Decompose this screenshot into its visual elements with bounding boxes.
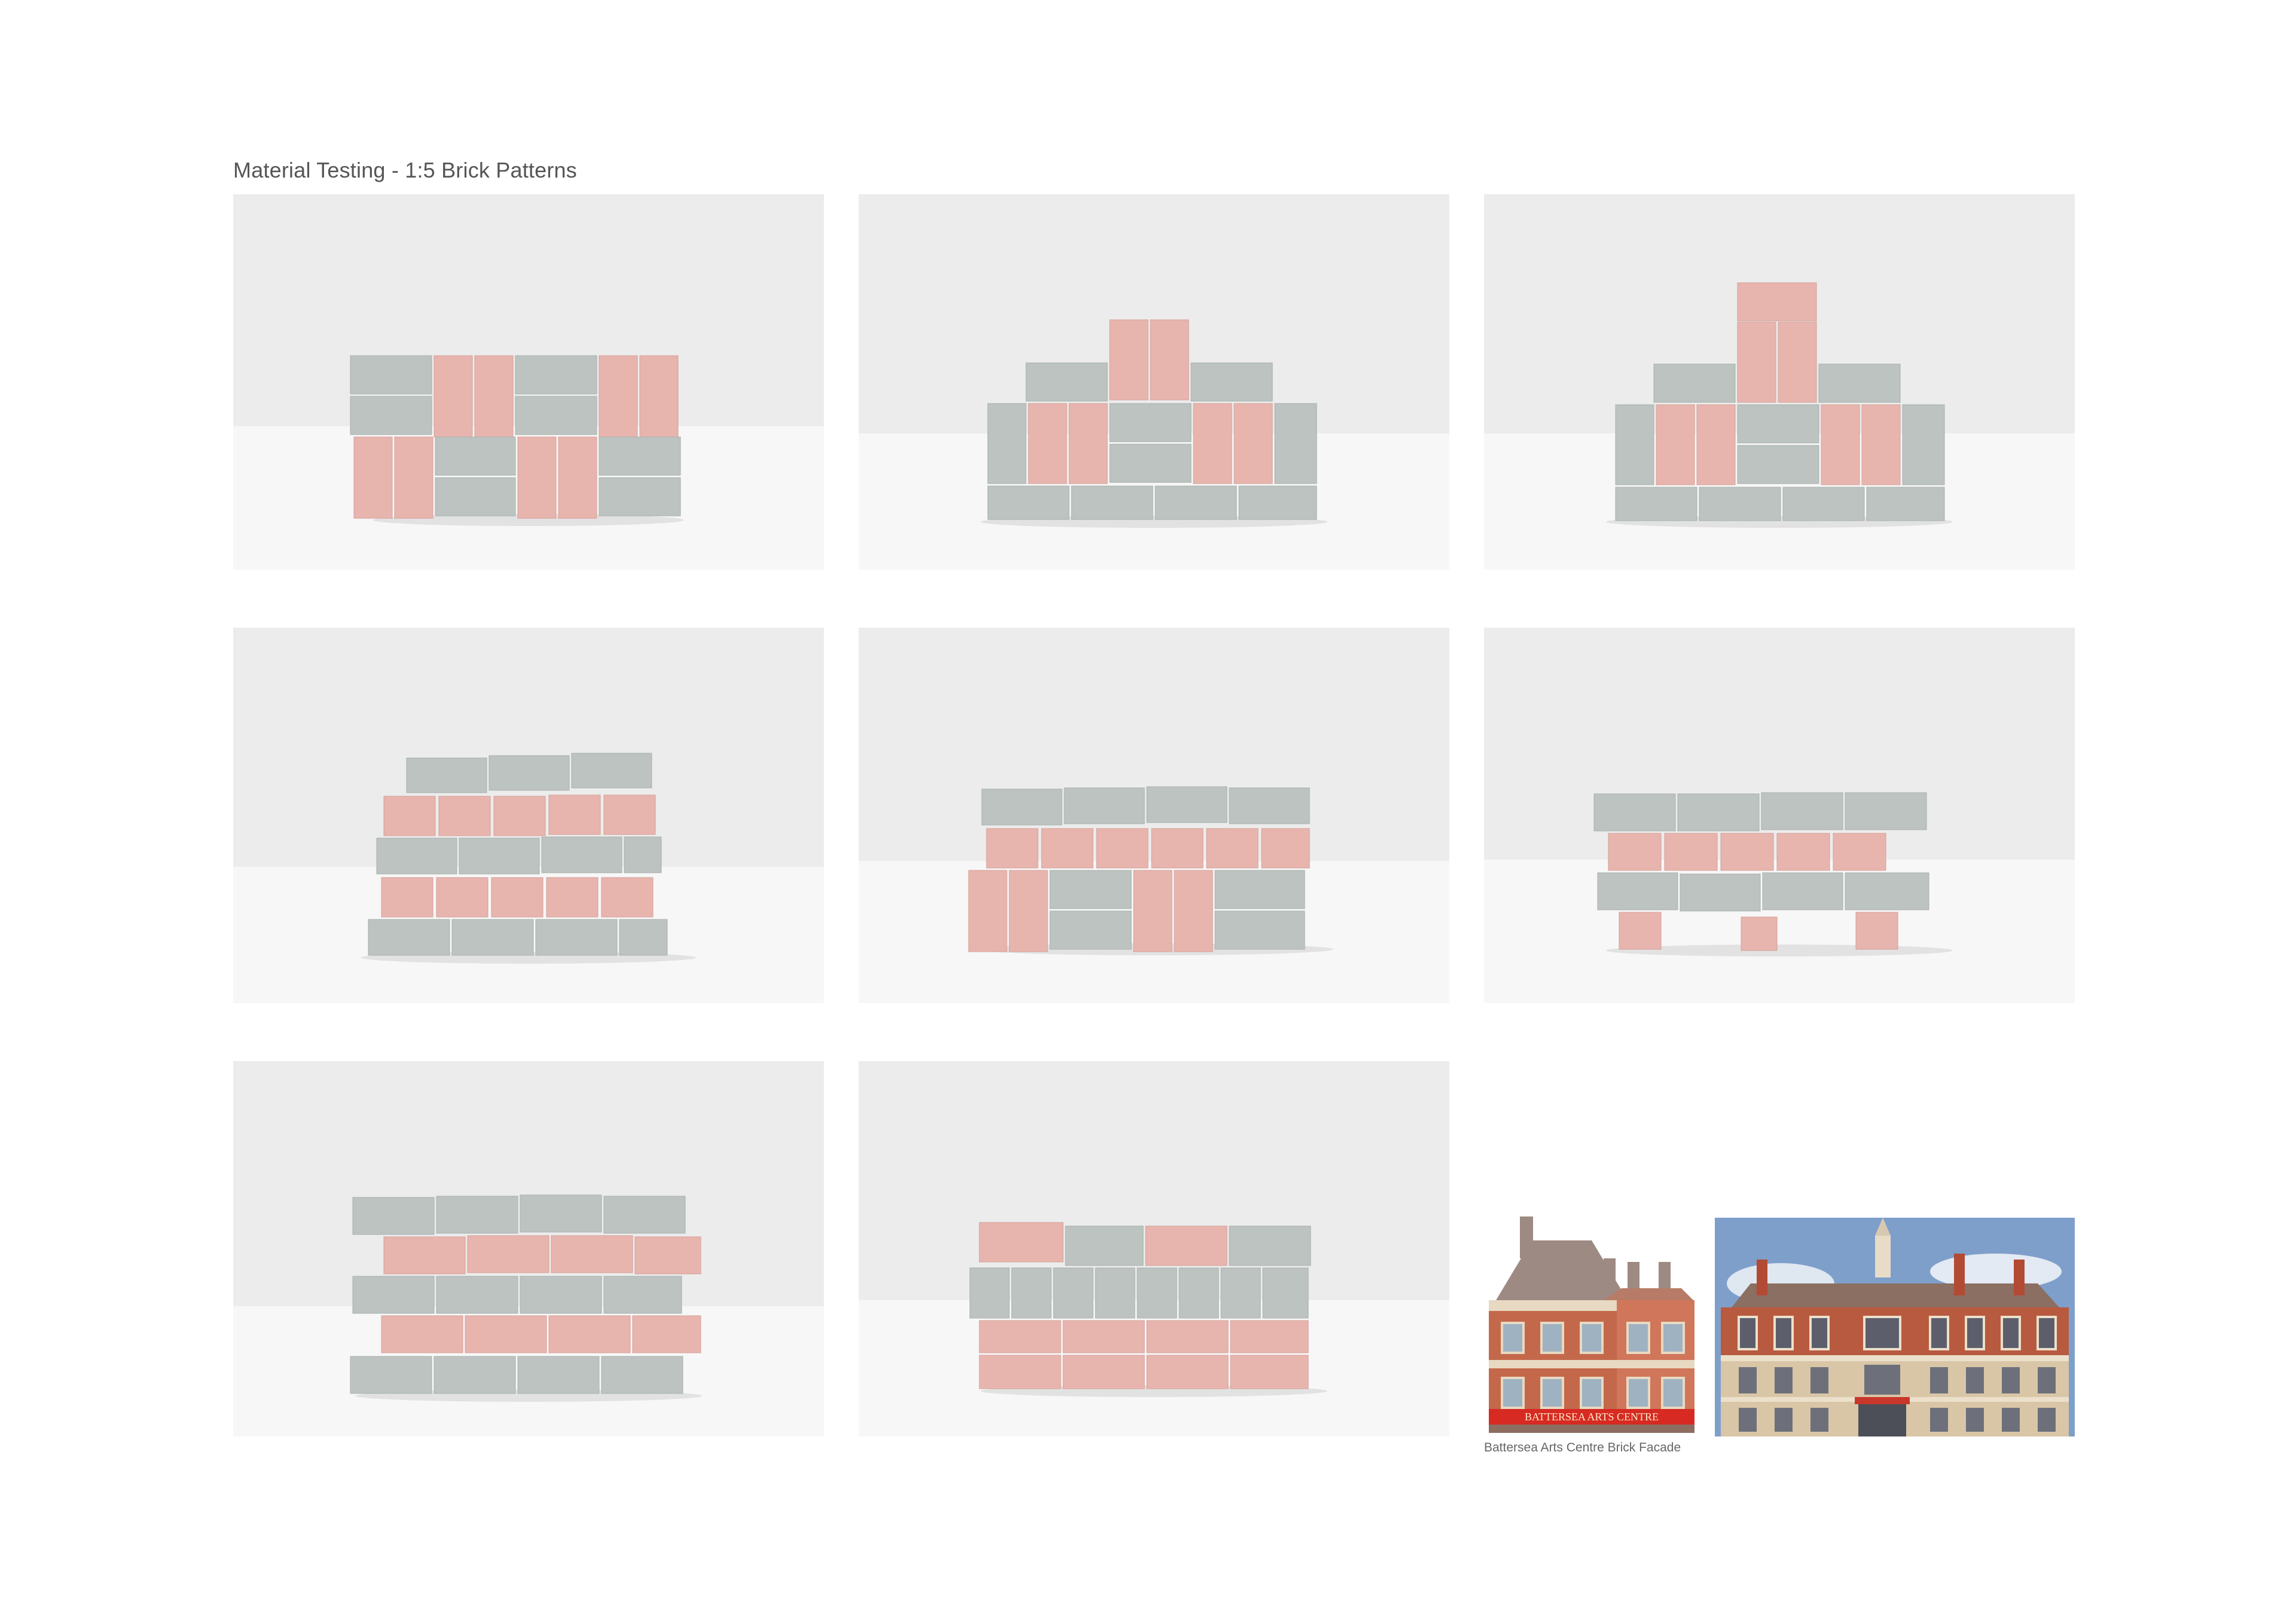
brick-pattern-photo-1: [233, 194, 824, 570]
brick-pattern-photo-4: [233, 628, 824, 1003]
brick-pattern-photo-7: [233, 1061, 824, 1436]
facade-photo-image: [1715, 1218, 2075, 1436]
brick-pattern-photo-6: [1484, 628, 2075, 1003]
facade-drawing-image: BATTERSEA ARTS CENTRE: [1484, 1217, 1699, 1436]
brick-pattern-photo-8: [859, 1061, 1449, 1436]
page-title: Material Testing - 1:5 Brick Patterns: [233, 158, 577, 182]
brick-pattern-photo-3: [1484, 194, 2075, 570]
brick-pattern-photo-2: [859, 194, 1449, 570]
facade-signage-text: BATTERSEA ARTS CENTRE: [1525, 1411, 1659, 1423]
brick-pattern-photo-5: [859, 628, 1449, 1003]
facade-caption: Battersea Arts Centre Brick Facade: [1484, 1441, 1681, 1454]
